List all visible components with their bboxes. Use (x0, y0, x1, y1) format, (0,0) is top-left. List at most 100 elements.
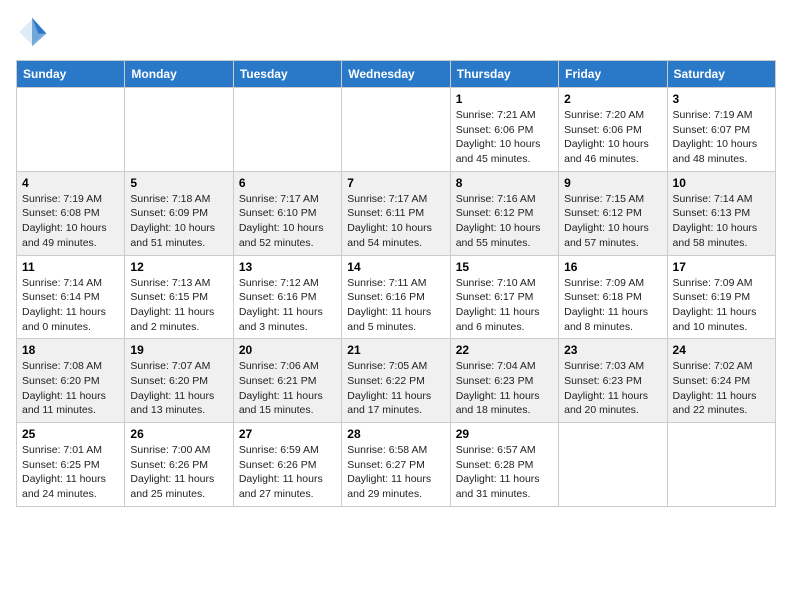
day-number: 24 (673, 343, 770, 357)
weekday-header: Saturday (667, 61, 775, 88)
logo (16, 16, 52, 48)
day-number: 10 (673, 176, 770, 190)
day-info: Sunrise: 7:07 AM Sunset: 6:20 PM Dayligh… (130, 359, 227, 418)
day-info: Sunrise: 7:16 AM Sunset: 6:12 PM Dayligh… (456, 192, 553, 251)
day-number: 17 (673, 260, 770, 274)
calendar-cell: 1 Sunrise: 7:21 AM Sunset: 6:06 PM Daylig… (450, 88, 558, 172)
weekday-header: Thursday (450, 61, 558, 88)
day-number: 5 (130, 176, 227, 190)
day-number: 22 (456, 343, 553, 357)
day-info: Sunrise: 6:57 AM Sunset: 6:28 PM Dayligh… (456, 443, 553, 502)
day-number: 19 (130, 343, 227, 357)
day-info: Sunrise: 7:12 AM Sunset: 6:16 PM Dayligh… (239, 276, 336, 335)
calendar-cell: 23 Sunrise: 7:03 AM Sunset: 6:23 PM Dayli… (559, 339, 667, 423)
day-info: Sunrise: 7:19 AM Sunset: 6:07 PM Dayligh… (673, 108, 770, 167)
day-number: 26 (130, 427, 227, 441)
day-number: 15 (456, 260, 553, 274)
calendar-cell: 9 Sunrise: 7:15 AM Sunset: 6:12 PM Daylig… (559, 171, 667, 255)
day-info: Sunrise: 6:59 AM Sunset: 6:26 PM Dayligh… (239, 443, 336, 502)
day-info: Sunrise: 7:20 AM Sunset: 6:06 PM Dayligh… (564, 108, 661, 167)
day-number: 6 (239, 176, 336, 190)
calendar-cell: 4 Sunrise: 7:19 AM Sunset: 6:08 PM Daylig… (17, 171, 125, 255)
day-number: 13 (239, 260, 336, 274)
page-header (16, 16, 776, 48)
day-number: 9 (564, 176, 661, 190)
calendar-header: SundayMondayTuesdayWednesdayThursdayFrid… (17, 61, 776, 88)
day-number: 8 (456, 176, 553, 190)
calendar-cell: 13 Sunrise: 7:12 AM Sunset: 6:16 PM Dayli… (233, 255, 341, 339)
calendar-cell (342, 88, 450, 172)
calendar-cell: 15 Sunrise: 7:10 AM Sunset: 6:17 PM Dayli… (450, 255, 558, 339)
calendar-cell: 12 Sunrise: 7:13 AM Sunset: 6:15 PM Dayli… (125, 255, 233, 339)
day-number: 23 (564, 343, 661, 357)
weekday-header: Tuesday (233, 61, 341, 88)
calendar-cell: 21Sunrise: 7:05 AM Sunset: 6:22 PM Dayli… (342, 339, 450, 423)
day-info: Sunrise: 7:01 AM Sunset: 6:25 PM Dayligh… (22, 443, 119, 502)
day-info: Sunrise: 7:14 AM Sunset: 6:14 PM Dayligh… (22, 276, 119, 335)
day-number: 14 (347, 260, 444, 274)
calendar-cell: 5 Sunrise: 7:18 AM Sunset: 6:09 PM Daylig… (125, 171, 233, 255)
day-info: Sunrise: 7:19 AM Sunset: 6:08 PM Dayligh… (22, 192, 119, 251)
day-info: Sunrise: 7:21 AM Sunset: 6:06 PM Dayligh… (456, 108, 553, 167)
calendar-cell: 16 Sunrise: 7:09 AM Sunset: 6:18 PM Dayli… (559, 255, 667, 339)
day-number: 16 (564, 260, 661, 274)
calendar-cell (559, 423, 667, 507)
calendar-cell: 3 Sunrise: 7:19 AM Sunset: 6:07 PM Daylig… (667, 88, 775, 172)
calendar-cell: 25 Sunrise: 7:01 AM Sunset: 6:25 PM Dayli… (17, 423, 125, 507)
day-info: Sunrise: 7:09 AM Sunset: 6:18 PM Dayligh… (564, 276, 661, 335)
weekday-header: Wednesday (342, 61, 450, 88)
calendar-body: 1 Sunrise: 7:21 AM Sunset: 6:06 PM Daylig… (17, 88, 776, 507)
day-info: Sunrise: 7:04 AM Sunset: 6:23 PM Dayligh… (456, 359, 553, 418)
calendar-cell: 7 Sunrise: 7:17 AM Sunset: 6:11 PM Daylig… (342, 171, 450, 255)
calendar-cell: 28Sunrise: 6:58 AM Sunset: 6:27 PM Dayli… (342, 423, 450, 507)
day-number: 12 (130, 260, 227, 274)
day-number: 25 (22, 427, 119, 441)
day-info: Sunrise: 7:10 AM Sunset: 6:17 PM Dayligh… (456, 276, 553, 335)
calendar-cell: 22 Sunrise: 7:04 AM Sunset: 6:23 PM Dayli… (450, 339, 558, 423)
day-info: Sunrise: 7:11 AM Sunset: 6:16 PM Dayligh… (347, 276, 444, 335)
calendar-cell: 24 Sunrise: 7:02 AM Sunset: 6:24 PM Dayli… (667, 339, 775, 423)
day-number: 4 (22, 176, 119, 190)
day-number: 2 (564, 92, 661, 106)
day-number: 11 (22, 260, 119, 274)
day-number: 18 (22, 343, 119, 357)
day-info: Sunrise: 7:17 AM Sunset: 6:11 PM Dayligh… (347, 192, 444, 251)
calendar-week-row: 25 Sunrise: 7:01 AM Sunset: 6:25 PM Dayli… (17, 423, 776, 507)
day-number: 1 (456, 92, 553, 106)
calendar-week-row: 11 Sunrise: 7:14 AM Sunset: 6:14 PM Dayli… (17, 255, 776, 339)
weekday-header: Friday (559, 61, 667, 88)
calendar-cell: 17 Sunrise: 7:09 AM Sunset: 6:19 PM Dayli… (667, 255, 775, 339)
day-info: Sunrise: 7:17 AM Sunset: 6:10 PM Dayligh… (239, 192, 336, 251)
day-number: 3 (673, 92, 770, 106)
calendar-cell: 6 Sunrise: 7:17 AM Sunset: 6:10 PM Daylig… (233, 171, 341, 255)
calendar-cell (667, 423, 775, 507)
day-info: Sunrise: 7:06 AM Sunset: 6:21 PM Dayligh… (239, 359, 336, 418)
calendar-cell: 18Sunrise: 7:08 AM Sunset: 6:20 PM Dayli… (17, 339, 125, 423)
day-info: Sunrise: 7:13 AM Sunset: 6:15 PM Dayligh… (130, 276, 227, 335)
day-number: 27 (239, 427, 336, 441)
calendar-cell: 19 Sunrise: 7:07 AM Sunset: 6:20 PM Dayli… (125, 339, 233, 423)
calendar-cell: 27 Sunrise: 6:59 AM Sunset: 6:26 PM Dayli… (233, 423, 341, 507)
logo-icon (16, 16, 48, 48)
day-info: Sunrise: 7:15 AM Sunset: 6:12 PM Dayligh… (564, 192, 661, 251)
day-number: 29 (456, 427, 553, 441)
calendar-week-row: 1 Sunrise: 7:21 AM Sunset: 6:06 PM Daylig… (17, 88, 776, 172)
calendar-cell: 29 Sunrise: 6:57 AM Sunset: 6:28 PM Dayli… (450, 423, 558, 507)
day-info: Sunrise: 7:02 AM Sunset: 6:24 PM Dayligh… (673, 359, 770, 418)
calendar-week-row: 4 Sunrise: 7:19 AM Sunset: 6:08 PM Daylig… (17, 171, 776, 255)
calendar-cell: 2 Sunrise: 7:20 AM Sunset: 6:06 PM Daylig… (559, 88, 667, 172)
weekday-header: Sunday (17, 61, 125, 88)
calendar-table: SundayMondayTuesdayWednesdayThursdayFrid… (16, 60, 776, 507)
calendar-cell (233, 88, 341, 172)
calendar-cell (125, 88, 233, 172)
day-info: Sunrise: 7:09 AM Sunset: 6:19 PM Dayligh… (673, 276, 770, 335)
day-info: Sunrise: 7:00 AM Sunset: 6:26 PM Dayligh… (130, 443, 227, 502)
day-info: Sunrise: 7:18 AM Sunset: 6:09 PM Dayligh… (130, 192, 227, 251)
calendar-cell: 14 Sunrise: 7:11 AM Sunset: 6:16 PM Dayli… (342, 255, 450, 339)
day-info: Sunrise: 7:03 AM Sunset: 6:23 PM Dayligh… (564, 359, 661, 418)
day-number: 7 (347, 176, 444, 190)
day-info: Sunrise: 7:05 AM Sunset: 6:22 PM Dayligh… (347, 359, 444, 418)
calendar-cell: 8 Sunrise: 7:16 AM Sunset: 6:12 PM Daylig… (450, 171, 558, 255)
calendar-week-row: 18Sunrise: 7:08 AM Sunset: 6:20 PM Dayli… (17, 339, 776, 423)
calendar-cell: 10Sunrise: 7:14 AM Sunset: 6:13 PM Dayli… (667, 171, 775, 255)
